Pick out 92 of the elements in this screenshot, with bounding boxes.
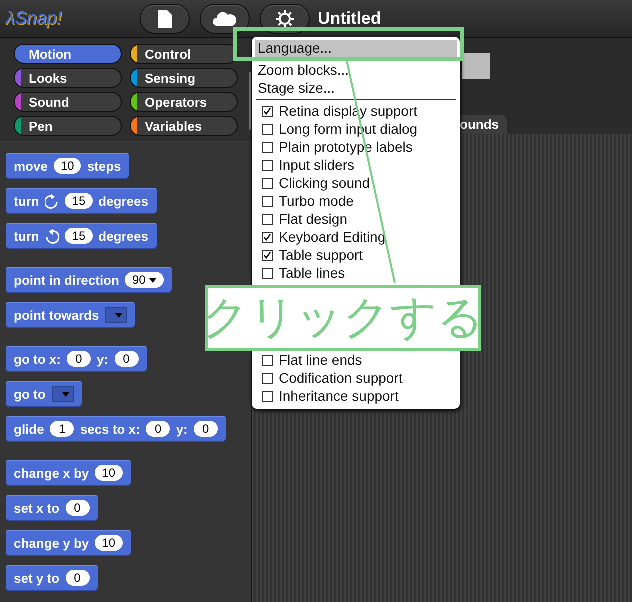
category-button[interactable]: Sound [14, 92, 122, 112]
category-button[interactable]: Variables [130, 116, 238, 136]
dropdown-slot[interactable] [52, 386, 74, 402]
settings-icon [275, 8, 295, 28]
block-label: y: [176, 422, 188, 436]
checkbox[interactable] [262, 372, 273, 384]
cloud-button[interactable] [200, 4, 250, 34]
block-label: turn [14, 194, 40, 208]
number-slot[interactable]: 0 [66, 570, 90, 586]
checkbox[interactable] [262, 196, 273, 206]
checkbox[interactable] [262, 142, 273, 152]
category-button[interactable]: Motion [14, 44, 122, 64]
direction-slot[interactable]: 90 [125, 272, 164, 288]
block-label: y: [96, 352, 108, 366]
file-button[interactable] [140, 4, 190, 34]
block-label: go to [14, 386, 46, 402]
number-slot[interactable]: 10 [95, 465, 122, 481]
motion-block[interactable]: glide 1 secs to x: 0 y: 0 [6, 416, 226, 442]
caret-icon [115, 312, 124, 318]
clockwise-arrow-icon [45, 193, 60, 209]
block-label: degrees [98, 228, 149, 244]
checkbox[interactable] [262, 250, 273, 260]
number-slot[interactable]: 0 [146, 421, 170, 437]
block-label: degrees [98, 194, 149, 208]
menu-item[interactable]: Clicking sound [279, 174, 370, 192]
motion-block[interactable]: change x by 10 [6, 460, 130, 486]
number-slot[interactable]: 10 [95, 535, 122, 551]
number-slot[interactable]: 15 [65, 193, 93, 209]
checkbox[interactable] [262, 178, 273, 188]
number-slot[interactable]: 10 [54, 158, 82, 174]
menu-item[interactable]: Table lines [279, 264, 346, 282]
callout-text: クリックする [202, 289, 484, 346]
number-slot[interactable]: 0 [194, 421, 218, 437]
block-label: set x to [14, 500, 60, 516]
block-label: secs to x: [80, 422, 140, 436]
number-slot[interactable]: 0 [66, 500, 90, 516]
block-label: move [14, 158, 48, 174]
menu-item[interactable]: Language... [255, 40, 457, 57]
dropdown-slot[interactable] [105, 307, 128, 323]
caret-icon [62, 392, 70, 396]
menu-item[interactable]: Input sliders [279, 156, 354, 174]
block-label: change x by [14, 466, 90, 480]
block-label: point in direction [14, 272, 120, 288]
scrollbar[interactable] [249, 72, 251, 130]
motion-block[interactable]: go to x: 0 y: 0 [6, 346, 146, 372]
menu-item[interactable]: Flat design [279, 210, 348, 228]
block-label: go to x: [14, 352, 61, 366]
motion-block[interactable]: turn 15 degrees [6, 188, 157, 214]
checkbox[interactable] [262, 268, 273, 278]
counterclockwise-arrow-icon [45, 228, 60, 244]
motion-block[interactable]: point towards [6, 302, 136, 328]
block-label: change y by [14, 536, 90, 550]
menu-item[interactable]: Stage size... [252, 79, 460, 97]
block-label: glide [14, 422, 44, 436]
document-icon [158, 10, 172, 28]
block-label: steps [87, 158, 122, 174]
cloud-icon [213, 12, 237, 26]
motion-block[interactable]: set y to 0 [6, 565, 98, 591]
block-label: set y to [14, 570, 60, 586]
category-button[interactable]: Sensing [130, 68, 238, 88]
checkbox[interactable] [262, 232, 273, 242]
category-button[interactable]: Pen [14, 116, 122, 136]
motion-block[interactable]: change y by 10 [6, 530, 130, 556]
number-slot[interactable]: 0 [66, 351, 91, 367]
checkbox[interactable] [262, 160, 273, 170]
motion-block[interactable]: go to [6, 381, 82, 407]
checkbox[interactable] [262, 106, 273, 116]
number-slot[interactable]: 1 [50, 421, 74, 437]
caret-icon [148, 278, 157, 282]
menu-item[interactable]: Keyboard Editing [279, 228, 386, 246]
number-slot[interactable]: 15 [65, 228, 93, 244]
project-title: Untitled [318, 8, 382, 28]
category-button[interactable]: Control [130, 44, 238, 64]
menu-item[interactable]: Table support [279, 246, 364, 264]
checkbox[interactable] [262, 214, 273, 224]
menu-item[interactable]: Flat line ends [279, 351, 362, 369]
menu-item[interactable]: Zoom blocks... [252, 61, 460, 79]
motion-block[interactable]: turn 15 degrees [6, 223, 157, 249]
menu-item[interactable]: Inheritance support [279, 387, 399, 405]
checkbox[interactable] [262, 390, 273, 402]
motion-block[interactable]: set x to 0 [6, 495, 98, 521]
motion-block[interactable]: move 10 steps [6, 153, 130, 179]
category-button[interactable]: Looks [14, 68, 122, 88]
number-slot[interactable]: 0 [114, 351, 138, 367]
motion-block[interactable]: point in direction 90 [6, 267, 172, 293]
checkbox[interactable] [262, 354, 273, 366]
menu-item[interactable]: Turbo mode [279, 192, 354, 210]
checkbox[interactable] [262, 124, 273, 134]
category-button[interactable]: Operators [130, 92, 238, 112]
block-label: point towards [14, 308, 100, 322]
menu-item[interactable]: Codification support [279, 369, 403, 387]
block-label: turn [14, 228, 40, 244]
